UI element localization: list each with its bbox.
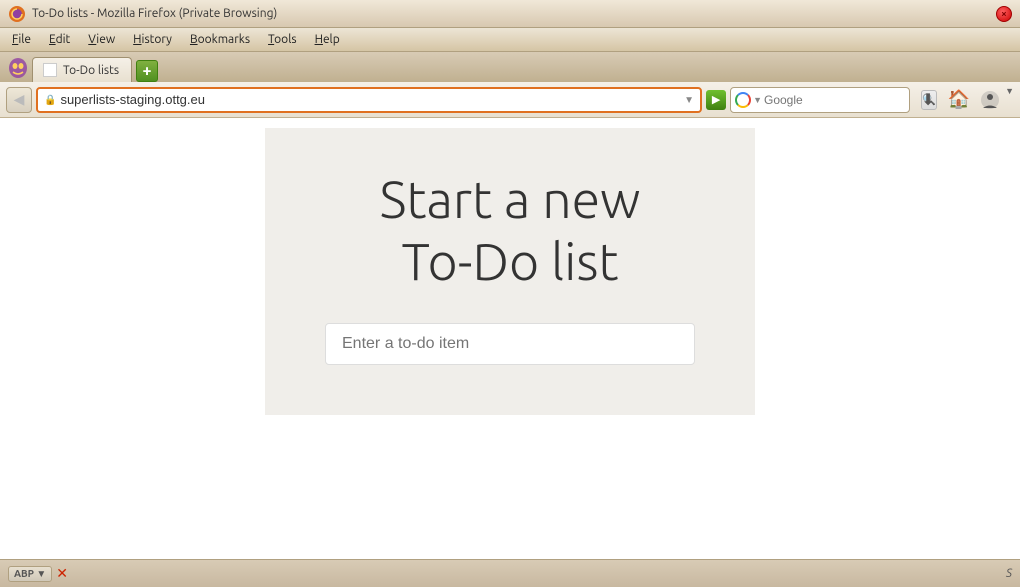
extra-nav-buttons: ⬇ 🏠 ▼ <box>914 86 1014 114</box>
tab-bar: To-Do lists + <box>0 52 1020 82</box>
search-engine-dropdown-icon[interactable]: ▼ <box>753 95 762 105</box>
url-bar[interactable]: 🔒 ▼ <box>36 87 702 113</box>
close-button[interactable]: × <box>996 6 1012 22</box>
download-button[interactable]: ⬇ <box>914 86 942 114</box>
home-icon: 🏠 <box>948 89 970 110</box>
home-button[interactable]: 🏠 <box>945 86 973 114</box>
menu-edit[interactable]: Edit <box>41 31 78 48</box>
adblock-dropdown-icon: ▼ <box>36 568 46 579</box>
stop-button[interactable]: ✕ <box>56 565 68 582</box>
heading-line2: To-Do list <box>401 232 618 290</box>
search-engine-icon[interactable] <box>735 92 751 108</box>
persona-dropdown-icon[interactable]: ▼ <box>1005 86 1014 114</box>
menu-file[interactable]: File <box>4 31 39 48</box>
title-bar: To-Do lists - Mozilla Firefox (Private B… <box>0 0 1020 28</box>
content-box: Start a new To-Do list <box>265 128 755 415</box>
browser-content: Start a new To-Do list <box>0 118 1020 559</box>
search-bar[interactable]: ▼ 🔍 <box>730 87 910 113</box>
nav-bar: ◀ 🔒 ▼ ▶ ▼ 🔍 ⬇ 🏠 ▼ <box>0 82 1020 118</box>
status-bar: ABP ▼ ✕ S <box>0 559 1020 587</box>
search-input[interactable] <box>764 93 919 107</box>
active-tab[interactable]: To-Do lists <box>32 57 132 82</box>
menu-bar: File Edit View History Bookmarks Tools H… <box>0 28 1020 52</box>
adblock-label: ABP <box>14 568 34 579</box>
lock-icon: 🔒 <box>44 94 56 106</box>
url-dropdown-icon[interactable]: ▼ <box>684 94 694 106</box>
tab-label: To-Do lists <box>63 64 119 77</box>
url-input[interactable] <box>60 92 680 107</box>
menu-history[interactable]: History <box>125 31 180 48</box>
menu-tools[interactable]: Tools <box>260 31 305 48</box>
new-tab-button[interactable]: + <box>136 60 158 82</box>
go-button[interactable]: ▶ <box>706 90 726 110</box>
status-left: ABP ▼ ✕ <box>8 565 68 582</box>
persona-icon <box>980 90 1000 110</box>
persona-button[interactable] <box>976 86 1004 114</box>
download-icon: ⬇ <box>921 90 934 109</box>
back-icon: ◀ <box>14 91 25 108</box>
menu-view[interactable]: View <box>80 31 123 48</box>
menu-bookmarks[interactable]: Bookmarks <box>182 31 258 48</box>
todo-input[interactable] <box>325 323 695 365</box>
firefox-icon <box>8 5 26 23</box>
adblock-button[interactable]: ABP ▼ <box>8 566 52 582</box>
heading-line1: Start a new <box>380 170 641 228</box>
menu-help[interactable]: Help <box>307 31 348 48</box>
private-browsing-icon <box>8 57 28 79</box>
google-icon <box>735 92 751 108</box>
go-icon: ▶ <box>712 93 720 106</box>
window-title: To-Do lists - Mozilla Firefox (Private B… <box>32 7 277 20</box>
back-button[interactable]: ◀ <box>6 87 32 113</box>
main-heading: Start a new To-Do list <box>380 168 641 293</box>
page-wrapper: Start a new To-Do list <box>0 118 1020 559</box>
status-right-icon: S <box>1006 567 1012 580</box>
tab-favicon <box>43 63 57 77</box>
